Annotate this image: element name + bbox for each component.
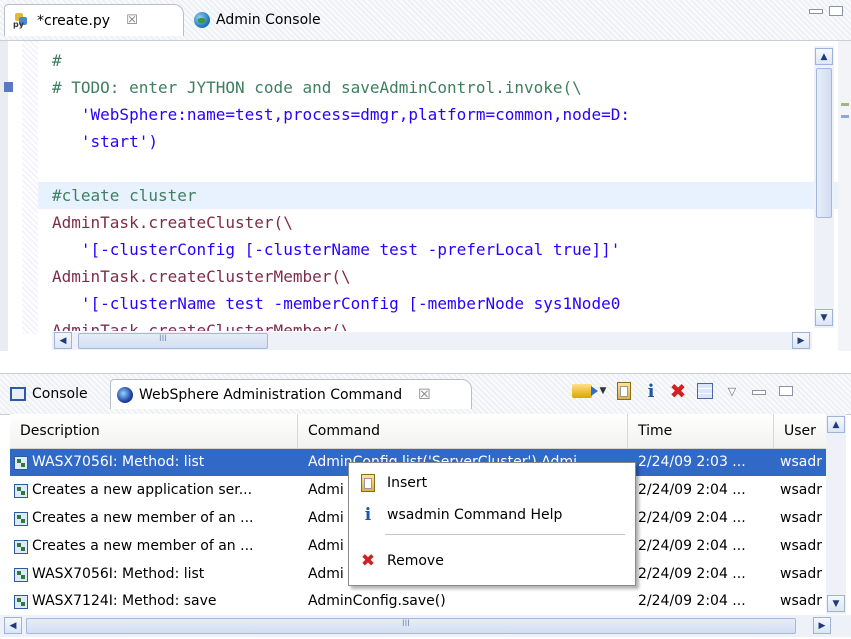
code-line: AdminTask.createClusterMember(\ — [52, 267, 351, 286]
insert-icon[interactable] — [614, 380, 634, 402]
scrollbar-thumb[interactable] — [816, 68, 832, 218]
view-menu-icon[interactable]: ▽ — [722, 380, 742, 402]
run-command-icon[interactable] — [572, 380, 598, 402]
python-file-icon: py — [13, 12, 31, 30]
tab-console[interactable]: Console — [4, 379, 108, 409]
command-icon — [14, 539, 28, 554]
maximize-icon[interactable] — [829, 6, 843, 16]
command-icon — [14, 511, 28, 526]
command-icon — [14, 455, 28, 470]
menu-separator — [385, 534, 625, 535]
tab-label: WebSphere Administration Command — [139, 386, 403, 403]
table-vertical-scrollbar[interactable]: ▲ ▼ — [826, 414, 846, 614]
row-time: 2/24/09 2:04 ... — [638, 566, 746, 582]
command-icon — [14, 594, 28, 609]
info-icon: i — [364, 505, 372, 525]
row-description: Creates a new member of an ... — [32, 510, 254, 526]
info-icon[interactable]: i — [641, 380, 661, 402]
code-line-current: #cleate cluster — [38, 182, 842, 209]
code-line: 'WebSphere:name=test,process=dmgr,platfo… — [52, 105, 630, 124]
scroll-right-icon[interactable]: ▶ — [792, 332, 810, 349]
menu-item-label: Insert — [387, 475, 428, 491]
menu-item-command-help[interactable]: i wsadmin Command Help — [349, 500, 635, 530]
row-description: Creates a new member of an ... — [32, 538, 254, 554]
code-line: # — [52, 51, 62, 70]
context-menu: Insert i wsadmin Command Help ✖ Remove — [348, 462, 636, 586]
scroll-right-icon[interactable]: ▶ — [813, 617, 831, 634]
minimize-icon[interactable] — [749, 380, 769, 402]
maximize-icon[interactable] — [776, 380, 796, 402]
scrollbar-grip: III — [402, 619, 410, 629]
minimize-icon[interactable] — [809, 9, 823, 14]
scroll-down-icon[interactable]: ▼ — [827, 595, 845, 612]
annotation-ruler — [22, 41, 38, 334]
row-time: 2/24/09 2:04 ... — [638, 510, 746, 526]
row-time: 2/24/09 2:04 ... — [638, 482, 746, 498]
row-description: WASX7124I: Method: save — [32, 593, 217, 609]
grid-icon[interactable] — [695, 380, 715, 402]
view-toolbar: ▼ i ✖ ▽ — [572, 379, 796, 403]
close-tab-icon[interactable]: ☒ — [126, 13, 138, 28]
table-header: Description Command Time User — [10, 414, 838, 449]
column-header-description[interactable]: Description — [10, 414, 298, 448]
row-time: 2/24/09 2:04 ... — [638, 538, 746, 554]
tab-websphere-admin-command[interactable]: WebSphere Administration Command ☒ — [110, 379, 472, 409]
scroll-up-icon[interactable]: ▲ — [827, 416, 845, 433]
insert-icon — [349, 474, 387, 492]
console-icon — [10, 387, 26, 401]
column-header-command[interactable]: Command — [298, 414, 628, 448]
row-time: 2/24/09 2:04 ... — [638, 593, 746, 609]
code-line: AdminTask.createClusterMember(\ — [52, 321, 351, 331]
editor-vertical-scrollbar[interactable]: ▲ ▼ — [814, 46, 834, 328]
row-description: WASX7056I: Method: list — [32, 454, 205, 470]
menu-item-remove[interactable]: ✖ Remove — [349, 546, 635, 576]
tab-label: *create.py — [37, 12, 111, 29]
scrollbar-thumb[interactable]: III — [78, 333, 268, 349]
scroll-down-icon[interactable]: ▼ — [815, 309, 833, 326]
websphere-icon — [117, 386, 133, 403]
editor-tab-bar: py *create.py ☒ Admin Console — [0, 0, 851, 41]
code-line: AdminTask.createCluster(\ — [52, 213, 293, 232]
code-line: '[-clusterName test -memberConfig [-memb… — [52, 294, 621, 313]
command-icon — [14, 483, 28, 498]
scroll-left-icon[interactable]: ◀ — [54, 332, 72, 349]
row-command: AdminConfig.save() — [308, 593, 446, 609]
scrollbar-grip: III — [159, 334, 167, 344]
tab-admin-console[interactable]: Admin Console — [186, 4, 376, 36]
overview-mark[interactable] — [841, 103, 849, 106]
command-icon — [14, 567, 28, 582]
tab-create-py[interactable]: py *create.py ☒ — [4, 4, 184, 36]
row-description: Creates a new application ser... — [32, 482, 253, 498]
table-horizontal-scrollbar[interactable]: ◀ III ▶ — [0, 615, 851, 637]
code-line: 'start') — [52, 132, 158, 151]
editor-horizontal-scrollbar[interactable]: ◀ III ▶ — [52, 332, 812, 350]
menu-item-label: wsadmin Command Help — [387, 507, 563, 523]
column-header-time[interactable]: Time — [628, 414, 774, 448]
code-line: '[-clusterConfig [-clusterName test -pre… — [52, 240, 621, 259]
task-marker-icon[interactable] — [4, 82, 13, 92]
tab-label: Console — [32, 386, 88, 402]
row-time: 2/24/09 2:03 ... — [638, 454, 746, 470]
globe-icon — [194, 12, 210, 28]
scroll-up-icon[interactable]: ▲ — [815, 48, 833, 65]
row-description: WASX7056I: Method: list — [32, 566, 205, 582]
menu-item-insert[interactable]: Insert — [349, 468, 635, 498]
overview-mark[interactable] — [841, 115, 849, 118]
code-line: # TODO: enter JYTHON code and saveAdminC… — [52, 78, 582, 97]
dropdown-icon[interactable]: ▼ — [599, 380, 607, 402]
scrollbar-thumb[interactable]: III — [26, 618, 796, 634]
menu-item-label: Remove — [387, 553, 444, 569]
code-content[interactable]: # # TODO: enter JYTHON code and saveAdmi… — [38, 47, 842, 331]
close-tab-icon[interactable]: ☒ — [418, 387, 431, 403]
overview-ruler — [838, 41, 851, 351]
tab-label: Admin Console — [216, 12, 321, 28]
table-row[interactable]: WASX7124I: Method: save AdminConfig.save… — [10, 588, 838, 615]
remove-icon: ✖ — [360, 551, 376, 571]
remove-icon[interactable]: ✖ — [668, 379, 688, 403]
scroll-left-icon[interactable]: ◀ — [4, 617, 22, 634]
editor-window-buttons — [809, 6, 843, 16]
